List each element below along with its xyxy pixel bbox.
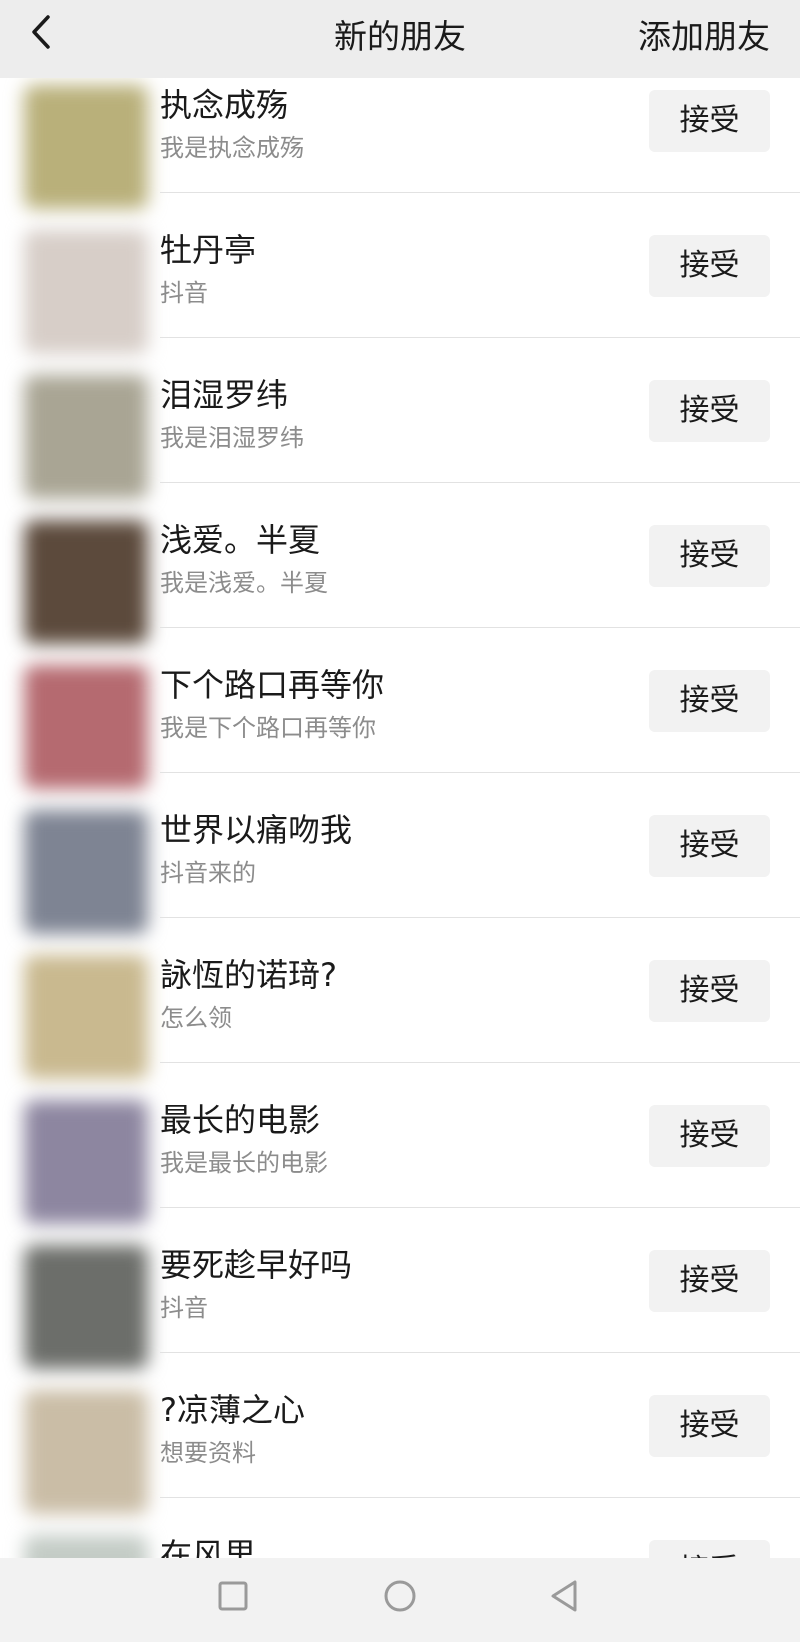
avatar[interactable]	[24, 375, 148, 499]
row-divider	[160, 1352, 800, 1353]
avatar[interactable]	[24, 955, 148, 1079]
avatar[interactable]	[24, 1245, 148, 1369]
accept-button[interactable]: 接受	[649, 1250, 770, 1312]
home-button[interactable]	[380, 1576, 420, 1616]
row-divider	[160, 627, 800, 628]
accept-button[interactable]: 接受	[649, 815, 770, 877]
accept-button[interactable]: 接受	[649, 380, 770, 442]
friend-request-row[interactable]: 浅爱。半夏 我是浅爱。半夏 接受	[0, 513, 800, 658]
request-message: 想要资料	[160, 1439, 256, 1467]
friend-request-row[interactable]: 世界以痛吻我 抖音来的 接受	[0, 803, 800, 948]
row-divider	[160, 1207, 800, 1208]
friend-name: 下个路口再等你	[160, 666, 385, 704]
accept-button[interactable]: 接受	[649, 235, 770, 297]
friend-name: 詠恆的诺𤦺?	[160, 956, 337, 994]
friend-request-row[interactable]: 泪湿罗纬 我是泪湿罗纬 接受	[0, 368, 800, 513]
avatar[interactable]	[24, 230, 148, 354]
avatar[interactable]	[24, 1100, 148, 1224]
friend-name: 最长的电影	[160, 1101, 321, 1139]
friend-request-row[interactable]: 下个路口再等你 我是下个路口再等你 接受	[0, 658, 800, 803]
header-bar: 新的朋友 添加朋友	[0, 0, 800, 78]
request-message: 抖音	[160, 1294, 208, 1322]
recents-button[interactable]	[213, 1576, 253, 1616]
friend-name: ?凉薄之心	[160, 1391, 305, 1429]
row-divider	[160, 1062, 800, 1063]
avatar[interactable]	[24, 520, 148, 644]
row-divider	[160, 1497, 800, 1498]
chevron-left-icon	[22, 12, 62, 52]
friend-request-row[interactable]: 要死趁早好吗 抖音 接受	[0, 1238, 800, 1383]
request-message: 抖音来的	[160, 859, 256, 887]
friend-name: 在风里	[160, 1536, 257, 1558]
accept-button[interactable]: 接受	[649, 1540, 770, 1558]
row-divider	[160, 772, 800, 773]
friend-request-list: 执念成殇 我是执念成殇 接受 牡丹亭 抖音 接受 泪湿罗纬 我是泪湿罗纬 接受 …	[0, 78, 800, 1558]
friend-request-row[interactable]: 最长的电影 我是最长的电影 接受	[0, 1093, 800, 1238]
accept-button[interactable]: 接受	[649, 1395, 770, 1457]
friend-request-row[interactable]: 詠恆的诺𤦺? 怎么领 接受	[0, 948, 800, 1093]
friend-request-row[interactable]: ?凉薄之心 想要资料 接受	[0, 1383, 800, 1528]
friend-name: 执念成殇	[160, 86, 289, 124]
nav-back-button[interactable]	[545, 1576, 585, 1616]
request-message: 我是泪湿罗纬	[160, 424, 304, 452]
friend-request-row[interactable]: 执念成殇 我是执念成殇 接受	[0, 78, 800, 223]
square-icon	[213, 1576, 253, 1616]
request-message: 我是最长的电影	[160, 1149, 328, 1177]
avatar[interactable]	[24, 85, 148, 209]
circle-icon	[380, 1576, 420, 1616]
request-message: 抖音	[160, 279, 208, 307]
friend-request-row[interactable]: 牡丹亭 抖音 接受	[0, 223, 800, 368]
friend-request-row[interactable]: 在风里 接受	[0, 1528, 800, 1558]
accept-button[interactable]: 接受	[649, 960, 770, 1022]
row-divider	[160, 337, 800, 338]
friend-name: 要死趁早好吗	[160, 1246, 353, 1284]
friend-name: 浅爱。半夏	[160, 521, 321, 559]
row-divider	[160, 917, 800, 918]
avatar[interactable]	[24, 1390, 148, 1514]
accept-button[interactable]: 接受	[649, 525, 770, 587]
request-message: 我是下个路口再等你	[160, 714, 376, 742]
avatar[interactable]	[24, 810, 148, 934]
request-message: 怎么领	[160, 1004, 232, 1032]
system-nav-bar	[0, 1558, 800, 1642]
request-message: 我是浅爱。半夏	[160, 569, 328, 597]
accept-button[interactable]: 接受	[649, 1105, 770, 1167]
triangle-back-icon	[545, 1576, 585, 1616]
accept-button[interactable]: 接受	[649, 670, 770, 732]
friend-name: 牡丹亭	[160, 231, 257, 269]
row-divider	[160, 192, 800, 193]
friend-name: 泪湿罗纬	[160, 376, 289, 414]
add-friend-button[interactable]: 添加朋友	[638, 10, 770, 58]
friend-name: 世界以痛吻我	[160, 811, 353, 849]
accept-button[interactable]: 接受	[649, 90, 770, 152]
row-divider	[160, 482, 800, 483]
avatar[interactable]	[24, 1535, 148, 1558]
request-message: 我是执念成殇	[160, 134, 304, 162]
back-button[interactable]	[22, 12, 62, 52]
avatar[interactable]	[24, 665, 148, 789]
